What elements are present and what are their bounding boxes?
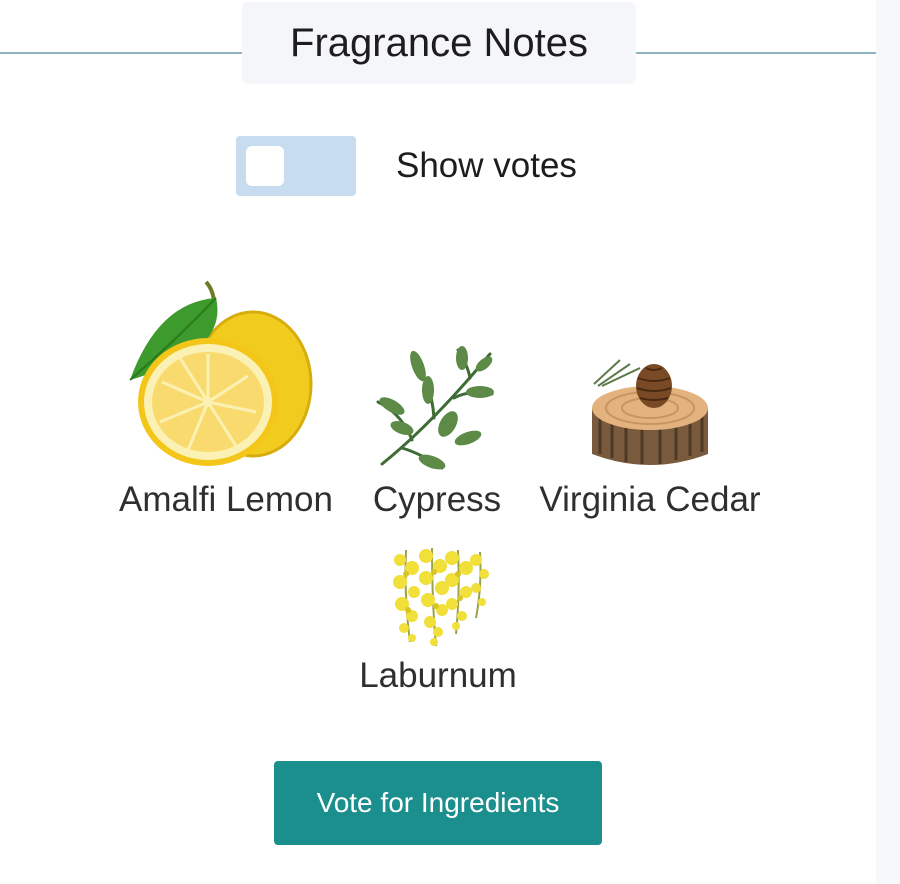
section-title: Fragrance Notes [242, 2, 636, 84]
cypress-icon [376, 346, 494, 470]
vote-for-ingredients-button[interactable]: Vote for Ingredients [274, 761, 602, 845]
show-votes-toggle[interactable] [236, 136, 356, 196]
header-divider-right [636, 52, 876, 54]
header-divider-left [0, 52, 242, 54]
note-label-laburnum: Laburnum [359, 656, 517, 695]
section-header: Fragrance Notes [0, 0, 876, 90]
note-label-amalfi-lemon: Amalfi Lemon [119, 480, 333, 519]
note-label-virginia-cedar: Virginia Cedar [539, 480, 761, 519]
laburnum-icon [393, 547, 489, 647]
cedar-icon [592, 359, 708, 465]
lemon-icon [129, 280, 313, 466]
note-label-cypress: Cypress [372, 480, 502, 519]
page-right-gutter [876, 0, 900, 884]
show-votes-label: Show votes [396, 146, 577, 185]
toggle-knob [246, 146, 284, 186]
